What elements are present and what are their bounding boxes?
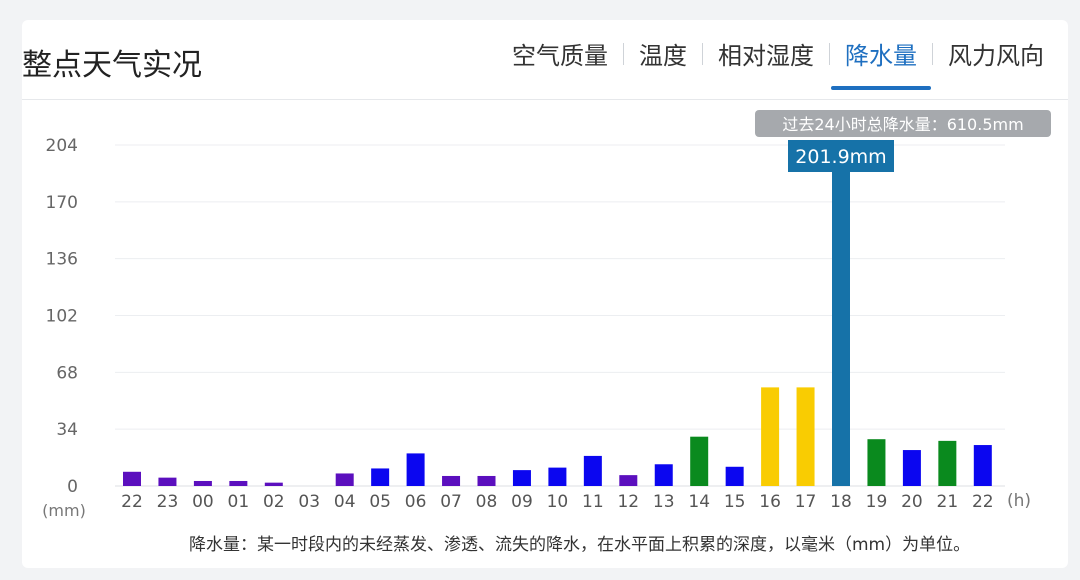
x-tick-label: 17 [795,492,817,512]
bar [867,439,886,486]
y-tick-label: 68 [56,363,78,383]
bar [371,468,390,486]
bar [583,455,602,486]
bar [725,466,744,486]
bar [938,440,957,486]
x-tick-label: 01 [228,492,250,512]
x-tick-label: 09 [511,492,533,512]
bar [442,475,461,486]
footnote: 降水量：某一时段内的未经蒸发、渗透、流失的降水，在水平面上积累的深度，以毫米（m… [189,535,971,555]
y-tick-label: 34 [56,420,78,440]
x-tick-label: 14 [688,492,710,512]
x-tick-label: 13 [653,492,675,512]
y-tick-label: 170 [46,193,78,213]
bar [264,482,283,486]
x-tick-label: 03 [298,492,320,512]
x-tick-label: 11 [582,492,604,512]
bar [406,453,425,486]
x-tick-label: 22 [121,492,143,512]
total-precipitation-label: 过去24小时总降水量：610.5mm [782,115,1023,134]
bar [832,148,850,486]
x-tick-label: 12 [617,492,639,512]
y-tick-label: 204 [46,136,78,156]
x-tick-label: 02 [263,492,285,512]
bar [229,480,248,486]
x-tick-label: 23 [157,492,179,512]
bar [973,445,992,486]
x-tick-label: 21 [937,492,959,512]
x-tick-label: 20 [901,492,923,512]
bar [619,475,638,486]
x-tick-label: 07 [440,492,462,512]
bar [477,475,496,486]
x-tick-label: 10 [547,492,569,512]
bar [548,467,567,486]
x-tick-label: 18 [830,492,852,512]
x-tick-label: 22 [972,492,994,512]
bar [761,387,780,486]
bar [123,471,141,486]
highlight-value-label: 201.9mm [795,146,886,168]
bar [796,387,815,486]
y-tick-label: 102 [46,307,78,327]
x-tick-label: 04 [334,492,356,512]
precipitation-chart: 0 34 68 102 136 170 204 (mm) (h) 22 23 00 01 02 03 04 05… [42,110,1051,520]
bar [654,464,673,486]
x-tick-label: 08 [476,492,498,512]
x-tick-label: 05 [369,492,391,512]
x-tick-label: 19 [866,492,888,512]
x-tick-label: 16 [759,492,781,512]
x-axis-unit: (h) [1007,491,1031,511]
y-tick-label: 136 [46,250,78,270]
x-tick-label: 06 [405,492,427,512]
bar [690,436,709,486]
bar [158,477,177,486]
bar [512,470,531,486]
x-tick-label: 15 [724,492,746,512]
bar [902,450,921,486]
bar [193,480,212,486]
y-tick-label: 0 [67,477,78,497]
y-axis-unit: (mm) [42,501,86,520]
bar [335,473,354,486]
x-tick-label: 00 [192,492,214,512]
